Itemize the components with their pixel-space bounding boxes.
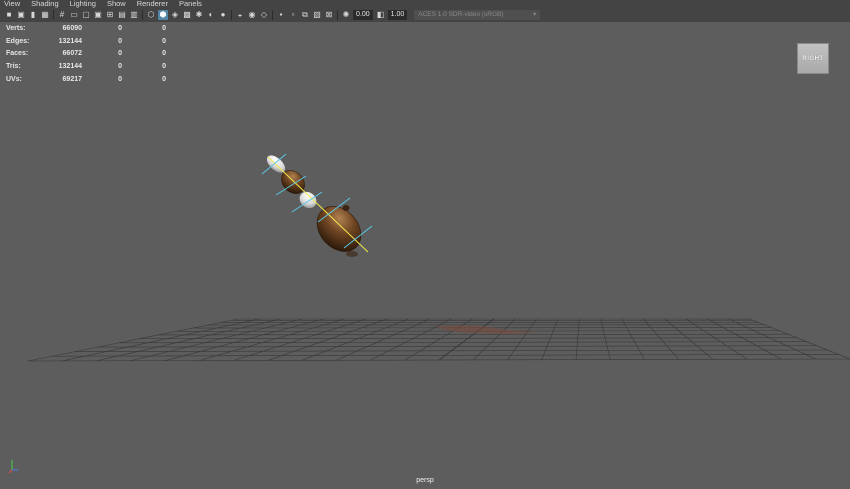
- hud-value: 0: [162, 24, 166, 32]
- poly-count-hud: Verts: 66090 0 0 Edges: 132144 0 0 Faces…: [6, 22, 166, 85]
- hud-value: 0: [118, 62, 122, 70]
- model-foot[interactable]: [346, 251, 358, 257]
- hud-label: Edges:: [6, 37, 30, 45]
- hud-value: 0: [118, 75, 122, 83]
- hud-row-faces: Faces: 66072 0 0: [6, 47, 166, 60]
- viewcube[interactable]: RIGHT: [797, 43, 829, 74]
- hud-label: Faces:: [6, 50, 29, 58]
- model-body[interactable]: [308, 198, 370, 261]
- hud-value: 0: [162, 75, 166, 83]
- hud-label: Tris:: [6, 62, 21, 70]
- joint-chain[interactable]: [267, 156, 369, 253]
- grid-line: [27, 358, 850, 362]
- hud-value: 0: [118, 37, 122, 45]
- hud-value: 66090: [62, 24, 82, 32]
- hud-row-uvs: UVs: 69217 0 0: [6, 73, 166, 86]
- viewcube-label: RIGHT: [802, 55, 824, 62]
- hud-row-edges: Edges: 132144 0 0: [6, 35, 166, 48]
- hud-value: 69217: [62, 75, 82, 83]
- camera-name-label: persp: [416, 477, 434, 484]
- hud-value: 0: [118, 24, 122, 32]
- grid-line: [158, 333, 788, 336]
- grid-line: [27, 318, 239, 362]
- hud-label: UVs:: [6, 75, 22, 83]
- ground-grid: [27, 318, 850, 362]
- hud-value: 0: [162, 37, 166, 45]
- hud-label: Verts:: [6, 24, 26, 32]
- model-head-nub[interactable]: [342, 205, 350, 211]
- hud-value: 0: [162, 62, 166, 70]
- axis-gizmo: [8, 460, 18, 474]
- hud-value: 0: [118, 50, 122, 58]
- hud-row-verts: Verts: 66090 0 0: [6, 22, 166, 35]
- hud-value: 132144: [58, 37, 82, 45]
- hud-value: 0: [162, 50, 166, 58]
- hud-value: 132144: [58, 62, 82, 70]
- hud-value: 66072: [62, 50, 82, 58]
- grid-line: [749, 318, 850, 360]
- character-model[interactable]: [261, 152, 373, 261]
- ground-shadow: [436, 325, 540, 334]
- hud-row-tris: Tris: 132144 0 0: [6, 60, 166, 73]
